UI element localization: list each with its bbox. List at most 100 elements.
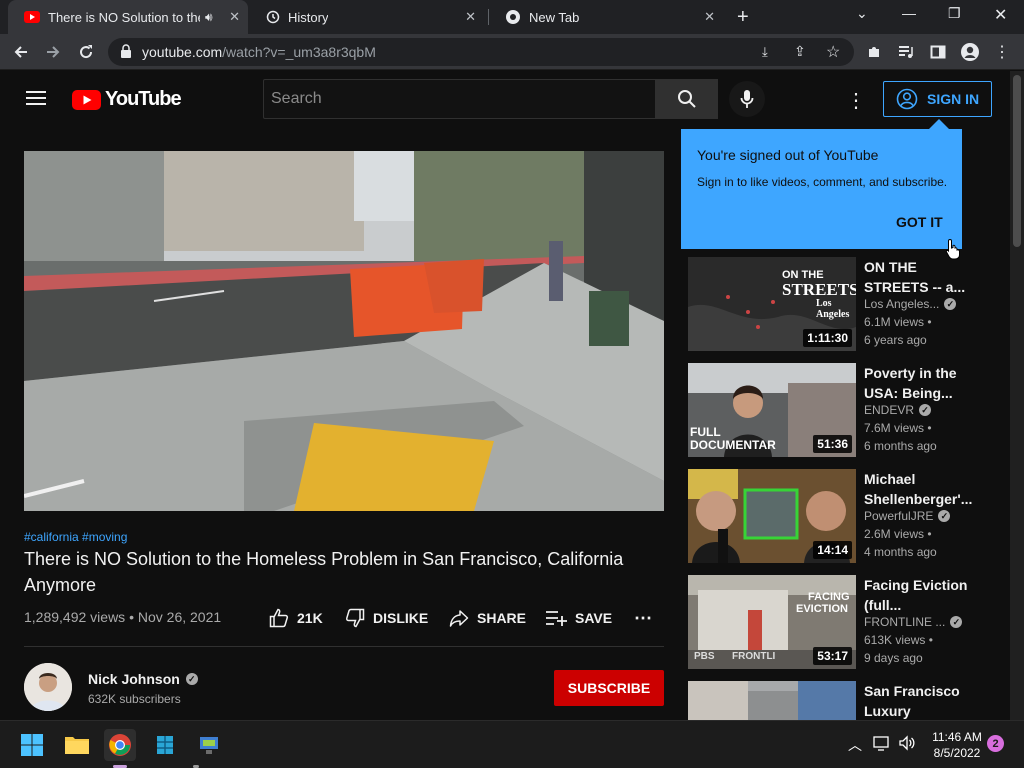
tab-search-chevron-icon[interactable]: ⌄ <box>856 5 868 22</box>
page-scrollbar[interactable] <box>1010 71 1024 720</box>
youtube-logo[interactable]: YouTube <box>72 88 182 111</box>
network-app-icon[interactable] <box>193 729 225 761</box>
scrollbar-thumb[interactable] <box>1013 75 1021 247</box>
title-line: Facing Eviction <box>864 577 968 593</box>
tab-close-icon[interactable]: ✕ <box>229 9 240 25</box>
lock-icon[interactable] <box>120 44 132 63</box>
recommendation-item[interactable]: ON THE STREETS Los Angeles 1:11:30 ON TH… <box>688 257 978 351</box>
hamburger-menu-icon[interactable] <box>26 90 46 111</box>
system-clock[interactable]: 11:46 AM 8/5/2022 <box>920 729 994 761</box>
tab-title: History <box>288 9 329 25</box>
bookmark-star-icon[interactable]: ☆ <box>826 42 840 62</box>
profile-avatar-icon[interactable] <box>960 42 980 62</box>
subscribe-button[interactable]: SUBSCRIBE <box>554 670 664 706</box>
address-bar[interactable]: youtube.com/watch?v=_um3a8r3qbM ⤓ ⇪ ☆ <box>108 38 854 66</box>
channel-name-row[interactable]: PowerfulJRE ✓ <box>864 509 951 523</box>
video-duration: 14:14 <box>813 541 852 559</box>
video-thumbnail[interactable]: FACING EVICTION PBS FRONTLI 53:17 <box>688 575 856 669</box>
popup-title: You're signed out of YouTube <box>697 147 879 163</box>
thumb-caption: FRONTLI <box>732 651 776 662</box>
recommendation-item[interactable]: FACING EVICTION PBS FRONTLI 53:17 Facing… <box>688 575 978 669</box>
title-line: Michael <box>864 471 916 487</box>
restore-icon[interactable]: ❐ <box>948 5 961 22</box>
channel-name-row[interactable]: Los Angeles... ✓ <box>864 297 957 311</box>
got-it-button[interactable]: GOT IT <box>896 214 943 230</box>
tab-youtube[interactable]: There is NO Solution to the 🔊︎ ✕ <box>8 0 248 34</box>
media-queue-icon[interactable] <box>896 42 916 62</box>
tab-close-icon[interactable]: ✕ <box>465 9 476 25</box>
window-close-icon[interactable]: ✕ <box>994 5 1007 25</box>
reload-icon[interactable] <box>76 42 96 62</box>
video-thumbnail[interactable]: 14:14 <box>688 469 856 563</box>
audio-playing-icon[interactable]: 🔊︎ <box>205 10 213 25</box>
network-status-icon[interactable] <box>873 734 891 757</box>
voice-search-button[interactable] <box>729 81 765 117</box>
channel-name-row[interactable]: Nick Johnson ✓ <box>88 671 198 687</box>
url-path: /watch?v=_um3a8r3qbM <box>222 44 376 60</box>
subscriber-count: 632K subscribers <box>88 692 181 706</box>
verified-check-icon: ✓ <box>938 510 951 522</box>
video-thumbnail[interactable] <box>688 681 856 720</box>
browser-tabstrip: There is NO Solution to the 🔊︎ ✕ History… <box>0 0 1024 34</box>
volume-icon[interactable] <box>898 734 916 757</box>
show-hidden-icons-chevron-icon[interactable]: ︿ <box>848 735 862 755</box>
title-line: USA: Being... <box>864 385 953 401</box>
video-title[interactable]: San Francisco Luxury Condo... <box>864 681 968 720</box>
chrome-menu-icon[interactable]: ⋮ <box>992 42 1012 62</box>
video-thumbnail[interactable]: FULL DOCUMENTAR 51:36 <box>688 363 856 457</box>
tab-history[interactable]: History ✕ <box>250 0 486 34</box>
video-player[interactable] <box>24 151 664 511</box>
tab-new-tab[interactable]: New Tab ✕ <box>489 0 725 34</box>
save-button[interactable]: SAVE <box>545 608 612 628</box>
account-circle-icon <box>896 88 918 110</box>
back-arrow-icon[interactable] <box>11 42 31 62</box>
video-title[interactable]: Michael Shellenberger'... <box>864 469 972 509</box>
channel-name: Los Angeles... <box>864 297 940 311</box>
history-icon <box>266 10 280 24</box>
share-page-icon[interactable]: ⇪ <box>794 43 806 60</box>
video-title[interactable]: Poverty in the USA: Being... <box>864 363 968 403</box>
channel-name: PowerfulJRE <box>864 509 934 523</box>
azure-storage-icon[interactable] <box>149 729 181 761</box>
video-frame-street-scene <box>24 151 664 511</box>
section-divider <box>24 646 664 647</box>
recommendation-item[interactable]: FULL DOCUMENTAR 51:36 Poverty in the USA:… <box>688 363 978 457</box>
notification-badge[interactable]: 2 <box>987 735 1004 752</box>
thumbnail-image <box>688 681 856 720</box>
video-hashtags[interactable]: #california #moving <box>24 530 127 544</box>
upload-date: Nov 26, 2021 <box>137 609 222 625</box>
channel-name-row[interactable]: ENDEVR ✓ <box>864 403 932 417</box>
upload-age: 6 months ago <box>864 439 937 453</box>
dislike-button[interactable]: DISLIKE <box>345 608 428 628</box>
search-button[interactable] <box>656 79 718 119</box>
recommendation-item[interactable]: San Francisco Luxury Condo... <box>688 681 978 720</box>
minimize-icon[interactable]: — <box>902 5 916 21</box>
search-input[interactable]: Search <box>263 79 656 119</box>
settings-kebab-icon[interactable]: ⋮ <box>846 88 866 113</box>
video-stats: 1,289,492 views • Nov 26, 2021 <box>24 609 222 625</box>
install-app-icon[interactable]: ⤓ <box>762 44 768 60</box>
like-button[interactable]: 21K <box>269 608 323 628</box>
microphone-icon <box>740 90 754 108</box>
recommendation-item[interactable]: 14:14 Michael Shellenberger'... PowerfulJ… <box>688 469 978 563</box>
view-count: 1,289,492 views <box>24 609 126 625</box>
windows-start-icon[interactable] <box>16 729 48 761</box>
new-tab-plus-icon[interactable]: + <box>737 6 749 29</box>
sign-in-button[interactable]: SIGN IN <box>883 81 992 117</box>
title-line: San Francisco <box>864 683 960 699</box>
video-title[interactable]: Facing Eviction (full... <box>864 575 968 615</box>
video-title: There is NO Solution to the Homeless Pro… <box>24 549 624 595</box>
verified-check-icon: ✓ <box>185 673 198 685</box>
tab-close-icon[interactable]: ✕ <box>704 9 715 25</box>
share-button[interactable]: SHARE <box>449 608 526 628</box>
video-thumbnail[interactable]: ON THE STREETS Los Angeles 1:11:30 <box>688 257 856 351</box>
extensions-puzzle-icon[interactable] <box>864 42 884 62</box>
forward-arrow-icon[interactable] <box>43 42 63 62</box>
channel-avatar[interactable] <box>24 663 72 711</box>
side-panel-icon[interactable] <box>928 42 948 62</box>
channel-name-row[interactable]: FRONTLINE ... ✓ <box>864 615 963 629</box>
thumb-caption: Los Angeles <box>816 298 850 320</box>
more-actions-icon[interactable]: ⋯ <box>634 608 652 629</box>
file-explorer-icon[interactable] <box>61 729 93 761</box>
chrome-taskbar-icon[interactable] <box>104 729 136 761</box>
